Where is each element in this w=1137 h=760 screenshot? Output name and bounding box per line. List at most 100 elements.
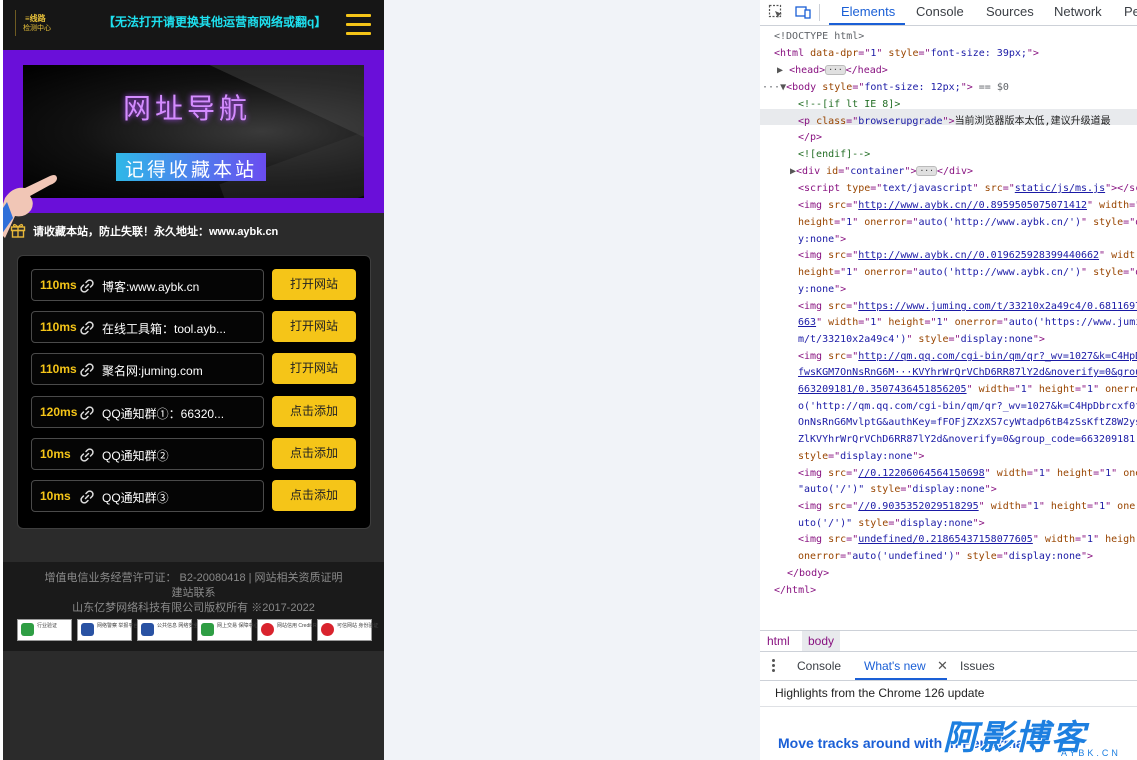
img-node-cont: uto('/')" style="display:none"> [798, 518, 985, 529]
list-item: 10ms QQ通知群③ 点击添加 [31, 480, 356, 512]
container-node[interactable]: ▶<div id="container"> ··· </div> [790, 166, 973, 178]
banner-title: 网址导航 [123, 92, 252, 125]
img-node[interactable]: <img src="https://www.juming.com/t/33210… [798, 301, 1137, 313]
img-node[interactable]: <img src="http://www.aybk.cn//0.89595050… [798, 200, 1137, 212]
open-site-button[interactable]: 打开网站 [272, 269, 356, 300]
comment-node[interactable]: <!--[if lt IE 8]> [798, 99, 900, 111]
drawer-tab-whats-new[interactable]: What's new [864, 659, 926, 673]
whats-new-heading: Highlights from the Chrome 126 update [775, 686, 985, 700]
breadcrumb: html body [760, 630, 1137, 652]
elements-tree: <!DOCTYPE html> <html data-dpr="1" style… [760, 28, 1137, 630]
img-node-cont: 663209181/0.3507436451856205" width="1" … [798, 384, 1137, 395]
tab-sources[interactable]: Sources [986, 4, 1034, 19]
body-node[interactable]: ···▼<body style="font-size: 12px;"> == $… [762, 82, 1009, 94]
page-header: ≡线路 检测中心 【无法打开请更换其他运营商网络或翻q】 [3, 0, 384, 50]
add-group-button[interactable]: 点击添加 [272, 480, 356, 511]
link-cell[interactable]: 110ms 在线工具箱：tool.ayb... [31, 311, 264, 343]
script-node[interactable]: <script type="text/javascript" src="stat… [798, 183, 1137, 195]
trusted-icon [321, 623, 334, 636]
banner-image: 网址导航 记得收藏本站 [23, 65, 364, 198]
tab-elements[interactable]: Elements [841, 4, 895, 19]
hamburger-menu-icon[interactable] [346, 14, 371, 36]
img-node[interactable]: <img src="http://www.aybk.cn//0.01962592… [798, 250, 1135, 262]
img-node-cont: style="display:none"> [798, 451, 925, 462]
img-node-cont: o('http://qm.qq.com/cgi-bin/qm/qr?_wv=10… [798, 401, 1137, 412]
license-text[interactable]: 增值电信业务经营许可证： B2-20080418 | 网站相关资质证明 [3, 569, 384, 585]
contact-link[interactable]: 建站联系 [3, 584, 384, 600]
breadcrumb-html[interactable]: html [767, 634, 790, 648]
img-node[interactable]: <img src="http://qm.qq.com/cgi-bin/qm/qr… [798, 351, 1137, 363]
list-item: 120ms QQ通知群①：66320... 点击添加 [31, 396, 356, 428]
bookmark-tip: 请收藏本站，防止失联！永久地址：www.aybk.cn [3, 213, 384, 246]
devtools-panel: Elements Console Sources Network Pe <!DO… [760, 0, 1137, 760]
badge-credit-rating[interactable]: 网站信用 Credit Rating [257, 619, 328, 641]
html-node[interactable]: <html data-dpr="1" style="font-size: 39p… [774, 48, 1039, 60]
more-vert-icon[interactable] [772, 659, 776, 673]
doctype-node[interactable]: <!DOCTYPE html> [774, 31, 864, 43]
ellipsis-icon: ··· [825, 65, 846, 75]
devtools-toolbar: Elements Console Sources Network Pe [760, 0, 1137, 26]
badge-trade-protection[interactable]: 网上交易 保障中心 [197, 619, 258, 641]
badge-police-report[interactable]: 网络警察 举报平台 [77, 619, 138, 641]
p-node[interactable]: <p class="browserupgrade">当前浏览器版本太低,建议升级… [798, 116, 1111, 128]
latency-label: 10ms [40, 447, 71, 461]
body-close-node[interactable]: </body> [787, 568, 829, 580]
page-footer: 增值电信业务经营许可证： B2-20080418 | 网站相关资质证明 建站联系… [3, 562, 384, 651]
img-node[interactable]: <img src="undefined/0.21865437158077605"… [798, 534, 1135, 546]
badge-label: 网络警察 举报平台 [97, 623, 139, 629]
latency-label: 120ms [40, 405, 78, 419]
breadcrumb-body[interactable]: body [802, 631, 841, 652]
link-name: 博客:www.aybk.cn [102, 280, 200, 294]
latency-label: 110ms [40, 362, 77, 376]
badge-trusted-site[interactable]: 可信网站 身份验证 [317, 619, 378, 641]
list-item: 10ms QQ通知群② 点击添加 [31, 438, 356, 470]
link-cell[interactable]: 10ms QQ通知群③ [31, 480, 264, 512]
img-node-cont: y:none"> [798, 234, 847, 245]
credit-icon [261, 623, 274, 636]
badge-network-security[interactable]: 公共信息 网络安全监察 [137, 619, 208, 641]
list-item: 110ms 在线工具箱：tool.ayb... 打开网站 [31, 311, 356, 343]
tab-performance[interactable]: Pe [1124, 4, 1137, 19]
head-node[interactable]: ▶ <head> ··· </head> [777, 65, 888, 77]
drawer-tab-console[interactable]: Console [797, 659, 841, 673]
link-cell[interactable]: 120ms QQ通知群①：66320... [31, 396, 264, 428]
link-icon [80, 406, 94, 420]
tab-console[interactable]: Console [916, 4, 964, 19]
shield-icon [141, 623, 154, 636]
latency-label: 110ms [40, 320, 77, 334]
site-logo[interactable]: ≡线路 检测中心 [15, 10, 60, 36]
link-name: QQ通知群③ [102, 491, 169, 505]
add-group-button[interactable]: 点击添加 [272, 396, 356, 427]
img-node-cont: 663" width="1" height="1" onerror="auto(… [798, 317, 1137, 328]
device-toolbar-icon[interactable] [795, 4, 811, 20]
badge-industry-verify[interactable]: 行业验证 [17, 619, 72, 641]
more-icon: ··· [762, 82, 781, 93]
link-cell[interactable]: 10ms QQ通知群② [31, 438, 264, 470]
link-cell[interactable]: 110ms 聚名网:juming.com [31, 353, 264, 385]
html-close-node[interactable]: </html> [774, 585, 816, 597]
img-node-cont: height="1" onerror="auto('http://www.ayb… [798, 267, 1137, 278]
watermark-logo: 阿影博客 AYBK.CN [943, 712, 1137, 760]
network-notice: 【无法打开请更换其他运营商网络或翻q】 [103, 15, 327, 29]
expand-arrow-icon: ▶ [777, 65, 784, 76]
link-icon [80, 490, 94, 504]
banner-section: 网址导航 记得收藏本站 [3, 50, 384, 238]
drawer-tab-issues[interactable]: Issues [960, 659, 995, 673]
close-icon[interactable]: ✕ [937, 658, 948, 674]
gift-icon [10, 223, 26, 238]
ellipsis-icon: ··· [916, 166, 937, 176]
open-site-button[interactable]: 打开网站 [272, 311, 356, 342]
latency-label: 10ms [40, 489, 71, 503]
badge-label: 网上交易 保障中心 [217, 623, 259, 629]
link-name: 聚名网:juming.com [102, 364, 203, 378]
img-node-cont: m/t/33210x2a49c4')" style="display:none"… [798, 334, 1045, 345]
inspect-element-icon[interactable] [768, 4, 784, 20]
tab-network[interactable]: Network [1054, 4, 1102, 19]
img-node[interactable]: <img src="//0.9035352029518295" width="1… [798, 501, 1137, 513]
img-node-cont: fwsKGM7OnNsRnG6M···KVYhrWrQrVChD6RR87lY2… [798, 367, 1137, 378]
img-node[interactable]: <img src="//0.12206064564150698" width="… [798, 468, 1137, 480]
add-group-button[interactable]: 点击添加 [272, 438, 356, 469]
open-site-button[interactable]: 打开网站 [272, 353, 356, 384]
link-list: 110ms 博客:www.aybk.cn 打开网站 110ms 在线工具箱：to… [17, 255, 371, 529]
link-cell[interactable]: 110ms 博客:www.aybk.cn [31, 269, 264, 301]
